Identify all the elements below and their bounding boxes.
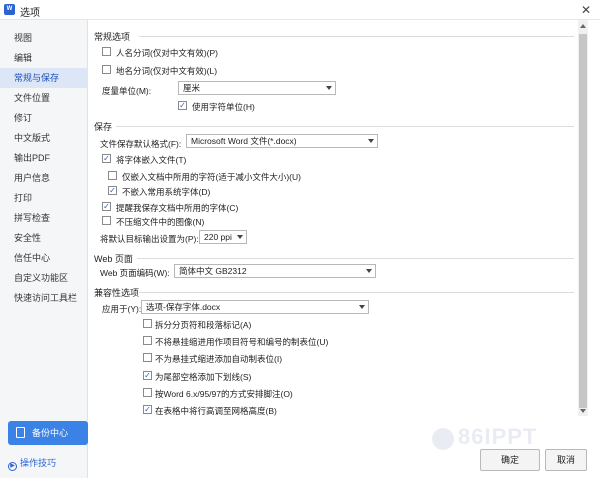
sidebar-item-file-location[interactable]: 文件位置 [0,88,88,108]
sidebar-item-revision[interactable]: 修订 [0,108,88,128]
scroll-thumb[interactable] [579,34,587,408]
chevron-down-icon [368,139,374,143]
section-compat-title: 兼容性选项 [94,288,140,298]
no-compress-checkbox[interactable] [102,216,111,225]
unit-select-value: 厘米 [183,83,201,93]
watermark-text: 86IPPT [458,424,538,449]
compat-option-label: 在表格中将行高调至网格高度(B) [155,406,277,416]
divider [137,258,574,259]
encoding-select-value: 简体中文 GB2312 [179,266,247,276]
sidebar-item-output-pdf[interactable]: 输出PDF [0,148,88,168]
format-label: 文件保存默认格式(F): [100,139,182,149]
divider [116,126,574,127]
sidebar-item-edit[interactable]: 编辑 [0,48,88,68]
watermark-logo-icon [432,428,454,450]
compat-option-checkbox[interactable] [143,336,152,345]
apply-select[interactable]: 选项-保存字体.docx [141,300,369,314]
unit-select[interactable]: 厘米 [178,81,336,95]
sidebar: 视图 编辑 常规与保存 文件位置 修订 中文版式 输出PDF 用户信息 打印 拼… [0,20,88,478]
sidebar-item-spell-check[interactable]: 拼写检查 [0,208,88,228]
compat-option-checkbox[interactable] [143,319,152,328]
apply-label: 应用于(Y): [102,304,142,314]
tips-label: 操作技巧 [20,458,57,468]
sidebar-item-trust-center[interactable]: 信任中心 [0,248,88,268]
cancel-button[interactable]: 取消 [545,449,587,471]
section-web-title: Web 页面 [94,254,133,264]
place-name-label: 地名分词(仅对中文有效)(L) [116,66,218,76]
remind-fonts-label: 提醒我保存文档中所用的字体(C) [116,203,239,213]
section-save-title: 保存 [94,122,113,132]
encoding-select[interactable]: 简体中文 GB2312 [174,264,376,278]
embed-fonts-checkbox[interactable]: ✓ [102,154,111,163]
play-icon: ▶ [8,462,17,471]
backup-center-button[interactable]: 备份中心 [8,421,88,445]
output-select[interactable]: 220 ppi [199,230,247,244]
divider [139,292,574,293]
no-compress-label: 不压缩文件中的图像(N) [116,217,205,227]
compat-option-label: 为尾部空格添加下划线(S) [155,372,252,382]
sidebar-item-view[interactable]: 视图 [0,28,88,48]
ok-button[interactable]: 确定 [480,449,540,471]
chevron-down-icon [237,235,243,239]
backup-center-label: 备份中心 [32,428,69,438]
embed-used-only-label: 仅嵌入文档中所用的字符(适于减小文件大小)(U) [122,172,301,182]
compat-option-checkbox[interactable] [143,353,152,362]
wps-app-icon: W [4,4,15,15]
sidebar-item-quick-access[interactable]: 快速访问工具栏 [0,288,88,308]
encoding-label: Web 页面编码(W): [100,268,170,278]
divider [139,36,574,37]
no-system-fonts-label: 不嵌入常用系统字体(D) [122,187,211,197]
compat-option-label: 不为悬挂式缩进添加自动制表位(I) [155,354,283,364]
sidebar-item-print[interactable]: 打印 [0,188,88,208]
sidebar-item-general-save[interactable]: 常规与保存 [0,68,88,88]
unit-label: 度量单位(M): [102,86,152,96]
backup-icon [16,427,25,438]
format-select[interactable]: Microsoft Word 文件(*.docx) [186,134,378,148]
no-system-fonts-checkbox[interactable]: ✓ [108,186,117,195]
sidebar-item-chinese-layout[interactable]: 中文版式 [0,128,88,148]
section-general-title: 常规选项 [94,32,131,42]
compat-option-label: 拆分分页符和段落标记(A) [155,320,252,330]
remind-fonts-checkbox[interactable]: ✓ [102,202,111,211]
compat-option-label: 不将悬挂缩进用作项目符号和编号的制表位(U) [155,337,329,347]
person-name-label: 人名分词(仅对中文有效)(P) [116,48,218,58]
compat-option-checkbox[interactable]: ✓ [143,405,152,414]
place-name-checkbox[interactable] [102,65,111,74]
chevron-down-icon [366,269,372,273]
sidebar-item-security[interactable]: 安全性 [0,228,88,248]
embed-fonts-label: 将字体嵌入文件(T) [116,155,187,165]
char-unit-label: 使用字符单位(H) [192,102,255,112]
window-title: 选项 [20,8,40,19]
title-bar: W 选项 ✕ [0,0,600,20]
sidebar-item-custom-ribbon[interactable]: 自定义功能区 [0,268,88,288]
compat-option-label: 按Word 6.x/95/97的方式安排脚注(O) [155,389,293,399]
vertical-scrollbar[interactable] [578,20,588,416]
compat-option-checkbox[interactable] [143,388,152,397]
format-select-value: Microsoft Word 文件(*.docx) [191,136,297,146]
scroll-up-icon[interactable] [580,24,586,28]
apply-select-value: 选项-保存字体.docx [146,302,221,312]
char-unit-checkbox[interactable]: ✓ [178,101,187,110]
scroll-down-icon[interactable] [580,409,586,413]
chevron-down-icon [326,86,332,90]
embed-used-only-checkbox[interactable] [108,171,117,180]
person-name-checkbox[interactable] [102,47,111,56]
tips-link[interactable]: ▶ 操作技巧 [8,456,56,471]
sidebar-item-user-info[interactable]: 用户信息 [0,168,88,188]
chevron-down-icon [359,305,365,309]
settings-panel: 常规选项 人名分词(仅对中文有效)(P) 地名分词(仅对中文有效)(L) 度量单… [89,20,578,416]
output-select-value: 220 ppi [204,232,232,242]
compat-option-checkbox[interactable]: ✓ [143,371,152,380]
output-label: 将默认目标输出设置为(P): [100,234,199,244]
close-icon[interactable]: ✕ [578,2,594,18]
